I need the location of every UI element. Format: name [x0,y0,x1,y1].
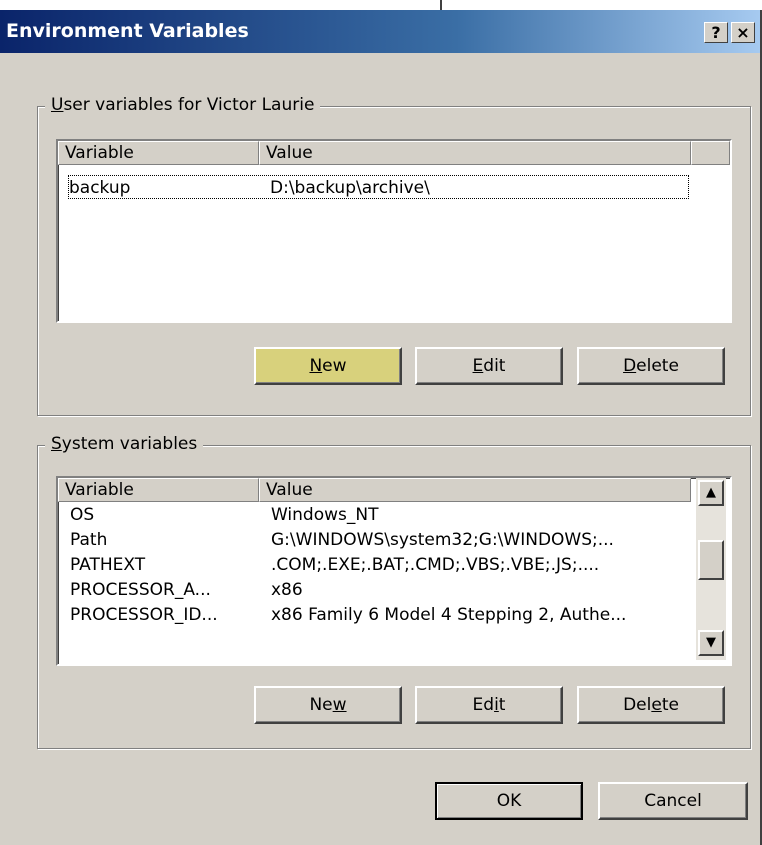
scroll-down-arrow-icon[interactable]: ▼ [698,630,724,656]
user-edit-button[interactable]: Edit [415,347,563,385]
system-variables-list[interactable]: Variable Value OS Windows_NT Path G:\WINDO… [56,476,732,666]
title-bar: Environment Variables ? × [0,10,760,53]
scroll-up-arrow-icon[interactable]: ▲ [698,480,724,506]
user-delete-button[interactable]: Delete [577,347,725,385]
scroll-thumb[interactable] [698,540,724,580]
system-delete-button[interactable]: Delete [577,686,725,724]
column-header-filler [691,141,730,165]
list-item[interactable]: backup D:\backup\archive\ [68,175,689,199]
column-header-value[interactable]: Value [259,478,691,502]
variable-name: PROCESSOR_ID... [70,605,218,625]
user-variables-list[interactable]: Variable Value backup D:\backup\archive\ [56,139,732,323]
list-item[interactable]: PROCESSOR_ID... x86 Family 6 Model 4 Step… [70,603,626,627]
ok-button[interactable]: OK [435,782,583,820]
column-header-variable[interactable]: Variable [58,478,259,502]
close-button[interactable]: × [731,22,755,43]
variable-name: PATHEXT [70,555,146,575]
variable-value: .COM;.EXE;.BAT;.CMD;.VBS;.VBE;.JS;.... [271,555,600,575]
dialog-title: Environment Variables [6,20,249,42]
variable-value: Windows_NT [271,505,379,525]
system-edit-button[interactable]: Edit [415,686,563,724]
user-variables-legend: User variables for Victor Laurie [45,95,321,115]
variable-name: backup [69,178,131,198]
variable-name: Path [70,530,108,550]
list-item[interactable]: Path G:\WINDOWS\system32;G:\WINDOWS;... [70,528,614,552]
variable-name: PROCESSOR_A... [70,580,211,600]
variable-name: OS [70,505,95,525]
column-header-value[interactable]: Value [259,141,691,165]
list-item[interactable]: OS Windows_NT [70,503,379,527]
column-header-variable[interactable]: Variable [58,141,259,165]
vertical-scrollbar[interactable]: ▲ ▼ [696,478,726,660]
variable-value: x86 [271,580,303,600]
variable-value: D:\backup\archive\ [270,178,430,198]
list-item[interactable]: PROCESSOR_A... x86 [70,578,303,602]
help-button[interactable]: ? [704,22,728,43]
system-new-button[interactable]: New [254,686,402,724]
variable-value: x86 Family 6 Model 4 Stepping 2, Authe..… [271,605,627,625]
user-new-button[interactable]: New [254,347,402,385]
cancel-button[interactable]: Cancel [598,782,748,820]
list-item[interactable]: PATHEXT .COM;.EXE;.BAT;.CMD;.VBS;.VBE;.JS… [70,553,599,577]
system-variables-legend: System variables [45,434,204,454]
variable-value: G:\WINDOWS\system32;G:\WINDOWS;... [271,530,614,550]
